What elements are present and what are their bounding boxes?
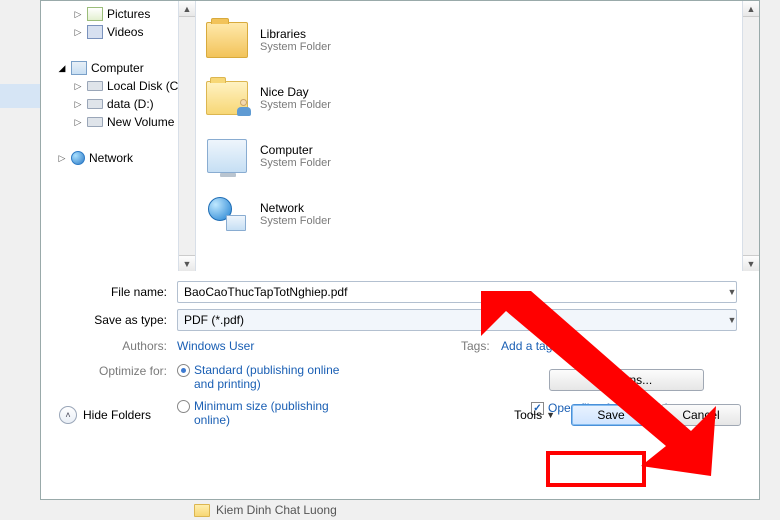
folder-type: System Folder — [260, 41, 331, 53]
folder-list[interactable]: Libraries System Folder Nice Day System … — [196, 1, 759, 271]
expand-icon: ▷ — [73, 27, 83, 37]
folder-icon — [194, 504, 210, 517]
network-icon — [71, 151, 85, 165]
list-scrollbar[interactable]: ▲ ▼ — [742, 1, 759, 271]
tree-item-local-c[interactable]: ▷ Local Disk (C:) — [43, 77, 193, 95]
tree-item-data-d[interactable]: ▷ data (D:) — [43, 95, 193, 113]
navigation-tree[interactable]: ▷ Pictures ▷ Videos ◢ Computer ▷ Local D… — [41, 1, 196, 271]
computer-icon — [207, 139, 247, 173]
savetype-combo[interactable] — [177, 309, 737, 331]
tags-label: Tags: — [461, 339, 494, 353]
background-folder-hint: Kiem Dinh Chat Luong — [194, 503, 337, 517]
tree-item-network[interactable]: ▷ Network — [43, 149, 193, 167]
tools-menu[interactable]: Tools ▼ — [514, 408, 555, 422]
tree-label: data (D:) — [107, 96, 154, 112]
radio-icon — [177, 364, 190, 377]
expand-icon: ▷ — [73, 99, 83, 109]
network-icon — [208, 197, 246, 231]
scroll-down-icon[interactable]: ▼ — [179, 255, 195, 271]
expand-icon: ▷ — [73, 81, 83, 91]
tree-item-computer[interactable]: ◢ Computer — [43, 59, 193, 77]
tree-label: Computer — [91, 60, 144, 76]
hide-folders-button[interactable]: ˄ Hide Folders — [59, 406, 151, 424]
background-folder-label: Kiem Dinh Chat Luong — [216, 503, 337, 517]
tools-label: Tools — [514, 408, 542, 422]
annotation-highlight-box — [546, 451, 646, 487]
expand-icon: ▷ — [73, 117, 83, 127]
filename-input[interactable] — [177, 281, 737, 303]
folder-name: Nice Day — [260, 85, 331, 99]
folder-item-network[interactable]: Network System Folder — [204, 185, 751, 243]
folder-name: Libraries — [260, 27, 331, 41]
tree-scrollbar[interactable]: ▲ ▼ — [178, 1, 195, 271]
scroll-down-icon[interactable]: ▼ — [743, 255, 759, 271]
form-area: File name: ▼ Save as type: ▼ Authors: Wi… — [41, 271, 759, 437]
expand-icon: ▷ — [57, 153, 67, 163]
filename-label: File name: — [59, 285, 171, 299]
folder-item-libraries[interactable]: Libraries System Folder — [204, 11, 751, 69]
authors-label: Authors: — [59, 339, 171, 353]
collapse-icon: ◢ — [57, 63, 67, 73]
radio-label: Standard (publishing online and printing… — [194, 363, 354, 391]
folder-icon — [206, 81, 248, 115]
videos-icon — [87, 25, 103, 39]
disk-icon — [87, 81, 103, 91]
folder-type: System Folder — [260, 215, 331, 227]
authors-value[interactable]: Windows User — [177, 339, 254, 353]
disk-icon — [87, 99, 103, 109]
tree-item-pictures[interactable]: ▷ Pictures — [43, 5, 193, 23]
background-selection-strip — [0, 84, 40, 108]
tree-label: Network — [89, 150, 133, 166]
chevron-up-icon: ˄ — [59, 406, 77, 424]
options-button[interactable]: Options... — [549, 369, 704, 391]
save-label: Save — [597, 408, 624, 422]
tree-label: Local Disk (C:) — [107, 78, 186, 94]
optimize-label: Optimize for: — [59, 363, 171, 378]
cancel-label: Cancel — [682, 408, 719, 422]
savetype-label: Save as type: — [59, 313, 171, 327]
cancel-button[interactable]: Cancel — [661, 404, 741, 426]
folder-name: Network — [260, 201, 331, 215]
upper-pane: ▷ Pictures ▷ Videos ◢ Computer ▷ Local D… — [41, 1, 759, 271]
scroll-up-icon[interactable]: ▲ — [743, 1, 759, 17]
chevron-down-icon: ▼ — [546, 410, 555, 420]
hide-folders-label: Hide Folders — [83, 408, 151, 422]
save-button[interactable]: Save — [571, 404, 651, 426]
save-as-dialog: ▷ Pictures ▷ Videos ◢ Computer ▷ Local D… — [40, 0, 760, 500]
radio-standard[interactable]: Standard (publishing online and printing… — [177, 363, 354, 391]
tags-value[interactable]: Add a tag — [501, 339, 552, 353]
tree-item-videos[interactable]: ▷ Videos — [43, 23, 193, 41]
folder-item-niceday[interactable]: Nice Day System Folder — [204, 69, 751, 127]
folder-item-computer[interactable]: Computer System Folder — [204, 127, 751, 185]
pictures-icon — [87, 7, 103, 21]
computer-icon — [71, 61, 87, 75]
folder-name: Computer — [260, 143, 331, 157]
tree-item-new-volume[interactable]: ▷ New Volume (E — [43, 113, 193, 131]
scroll-up-icon[interactable]: ▲ — [179, 1, 195, 17]
tree-label: Videos — [107, 24, 143, 40]
disk-icon — [87, 117, 103, 127]
tree-label: Pictures — [107, 6, 150, 22]
folder-type: System Folder — [260, 157, 331, 169]
folder-type: System Folder — [260, 99, 331, 111]
libraries-icon — [206, 22, 248, 58]
expand-icon: ▷ — [73, 9, 83, 19]
